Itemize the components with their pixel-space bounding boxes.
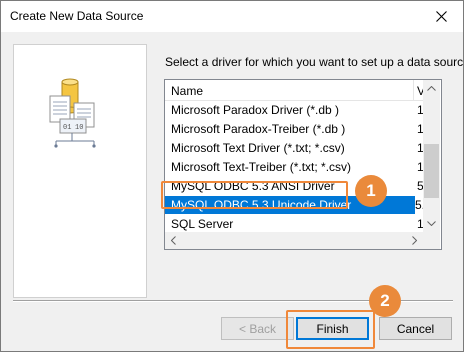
chevron-right-icon: [412, 236, 417, 245]
window-title: Create New Data Source: [10, 9, 144, 23]
scroll-left-button[interactable]: [165, 232, 182, 249]
chevron-down-icon: [427, 221, 436, 226]
svg-text:10: 10: [75, 124, 83, 132]
driver-row[interactable]: Microsoft Text Driver (*.txt; *.csv) 1(: [165, 139, 428, 157]
driver-row[interactable]: SQL Server 1(: [165, 215, 428, 233]
scroll-up-button[interactable]: [423, 80, 440, 97]
chevron-up-icon: [427, 86, 436, 91]
scroll-thumb[interactable]: [424, 144, 439, 198]
data-source-icon: 01 10: [49, 78, 96, 148]
chevron-left-icon: [171, 236, 176, 245]
cancel-button[interactable]: Cancel: [379, 317, 452, 340]
close-button[interactable]: [419, 1, 463, 32]
driver-list[interactable]: Name V Microsoft Paradox Driver (*.db ) …: [164, 79, 442, 250]
driver-name: Microsoft Paradox-Treiber (*.db ): [171, 122, 346, 136]
callout-badge-step-2: 2: [369, 285, 401, 317]
instruction-text: Select a driver for which you want to se…: [165, 55, 464, 69]
callout-highlight-driver: [161, 181, 348, 209]
title-bar: Create New Data Source: [1, 1, 463, 32]
column-divider[interactable]: [413, 80, 414, 100]
scroll-down-button[interactable]: [423, 215, 440, 232]
driver-version: 5.: [415, 196, 426, 214]
list-header: Name V: [165, 80, 425, 101]
driver-name: Microsoft Text Driver (*.txt; *.csv): [171, 141, 345, 155]
back-button[interactable]: < Back: [221, 317, 294, 340]
driver-row[interactable]: Microsoft Text-Treiber (*.txt; *.csv) 1(: [165, 158, 428, 176]
wizard-art-panel: 01 10: [13, 44, 147, 298]
create-data-source-dialog: Create New Data Source 01 10 Select a dr…: [0, 0, 464, 352]
driver-name: Microsoft Text-Treiber (*.txt; *.csv): [171, 160, 352, 174]
svg-text:01: 01: [63, 124, 71, 132]
driver-row[interactable]: Microsoft Paradox-Treiber (*.db ) 1(: [165, 120, 428, 138]
driver-name: Microsoft Paradox Driver (*.db ): [171, 103, 340, 117]
column-header-name[interactable]: Name: [171, 84, 203, 98]
scrollbar-corner: [423, 232, 440, 249]
driver-name: SQL Server: [171, 217, 234, 231]
callout-highlight-finish: [286, 310, 375, 349]
driver-row[interactable]: Microsoft Paradox Driver (*.db ) 1(: [165, 101, 428, 119]
vertical-scrollbar[interactable]: [423, 80, 440, 232]
scroll-right-button[interactable]: [406, 232, 423, 249]
callout-badge-step-1: 1: [355, 175, 387, 207]
horizontal-scrollbar[interactable]: [165, 232, 423, 249]
close-icon: [435, 11, 447, 22]
